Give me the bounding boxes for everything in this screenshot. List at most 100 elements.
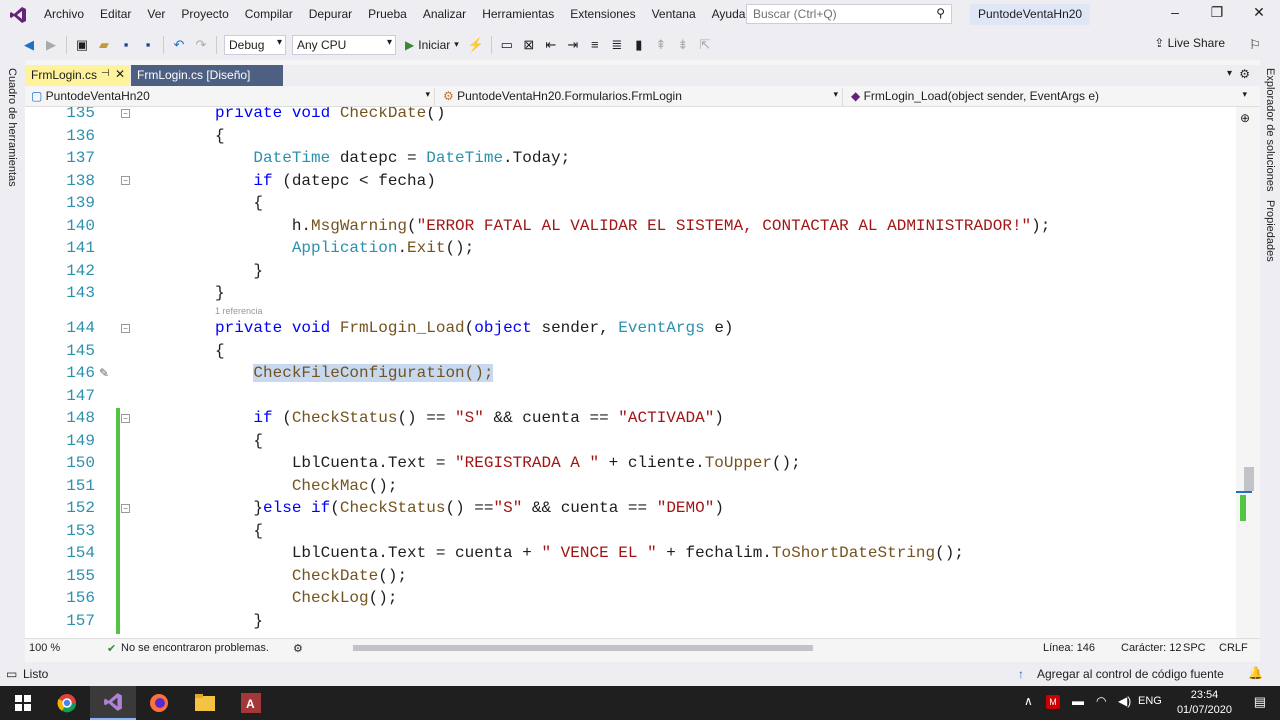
tab-frmlogin-cs[interactable]: FrmLogin.cs ⊣ ✕	[25, 65, 129, 86]
quick-action-brush-icon[interactable]: ✎	[99, 362, 109, 385]
codelens-references[interactable]: 1 referencia	[215, 306, 263, 316]
code-line[interactable]: 142 }	[25, 260, 1236, 283]
tray-app-icon[interactable]: ▬	[1072, 694, 1084, 708]
vertical-scrollbar[interactable]: ⊕	[1236, 107, 1260, 638]
zoom-select[interactable]: 100 %	[29, 642, 60, 654]
scroll-thumb[interactable]	[1244, 467, 1254, 491]
collapse-icon[interactable]: −	[121, 414, 130, 423]
source-control-button[interactable]: Agregar al control de código fuente	[1037, 667, 1224, 681]
code-line[interactable]: 155 CheckDate();	[25, 565, 1236, 588]
code-line[interactable]: 145 {	[25, 340, 1236, 363]
project-nav-select[interactable]: ▢ PuntodeVentaHn20 ▾	[27, 88, 435, 106]
code-line[interactable]: 143}	[25, 282, 1236, 305]
code-line[interactable]: 153 {	[25, 520, 1236, 543]
member-nav-select[interactable]: ◆ FrmLogin_Load(object sender, EventArgs…	[847, 88, 1251, 106]
menu-archivo[interactable]: Archivo	[36, 0, 92, 29]
back-icon[interactable]: ◀	[18, 34, 40, 56]
bookmark-next-icon[interactable]: ⇟	[672, 34, 694, 56]
menu-proyecto[interactable]: Proyecto	[173, 0, 236, 29]
feedback-icon[interactable]: ⚐	[1244, 34, 1266, 56]
code-line[interactable]: 149 {	[25, 430, 1236, 453]
collapse-icon[interactable]: −	[121, 109, 130, 118]
collapse-icon[interactable]: −	[121, 504, 130, 513]
tab-dropdown-icon[interactable]: ▾	[1227, 68, 1232, 79]
language-indicator[interactable]: ENG	[1138, 695, 1162, 707]
windows-start-icon[interactable]	[0, 686, 46, 720]
bookmark-clear-icon[interactable]: ⇱	[694, 34, 716, 56]
clock[interactable]: 23:54 01/07/2020	[1177, 688, 1232, 718]
code-line[interactable]: 156 CheckLog();	[25, 587, 1236, 610]
start-button[interactable]: ▶ Iniciar ▾	[399, 38, 465, 52]
cleanup-icon[interactable]: ⚙	[293, 642, 303, 655]
code-line[interactable]: 139 {	[25, 192, 1236, 215]
new-project-icon[interactable]: ▣	[71, 34, 93, 56]
platform-select[interactable]: Any CPU	[292, 34, 396, 55]
code-line[interactable]: 136 {	[25, 125, 1236, 148]
tab-frmlogin-design[interactable]: FrmLogin.cs [Diseño]	[131, 65, 283, 86]
code-line[interactable]: 148 if (CheckStatus() == "S" && cuenta =…	[25, 407, 1236, 430]
access-icon[interactable]: A	[228, 686, 274, 720]
firefox-icon[interactable]	[136, 686, 182, 720]
close-tab-icon[interactable]: ✕	[115, 67, 125, 81]
close-button[interactable]: ✕	[1246, 4, 1272, 24]
code-line[interactable]: 147	[25, 385, 1236, 408]
config-select[interactable]: Debug	[224, 34, 286, 55]
menu-prueba[interactable]: Prueba	[360, 0, 415, 29]
class-nav-select[interactable]: ⚙ PuntodeVentaHn20.Formularios.FrmLogin …	[439, 88, 843, 106]
bookmark-prev-icon[interactable]: ⇞	[650, 34, 672, 56]
collapse-icon[interactable]: −	[121, 324, 130, 333]
problems-status[interactable]: No se encontraron problemas.	[121, 642, 269, 654]
volume-icon[interactable]: ◀)	[1118, 694, 1131, 708]
split-icon[interactable]: ⊕	[1240, 111, 1250, 125]
visual-studio-icon[interactable]	[90, 686, 136, 720]
step-icon[interactable]: ⊠	[518, 34, 540, 56]
redo-icon[interactable]: ↷	[190, 34, 212, 56]
notifications-icon[interactable]: 🔔	[1248, 666, 1263, 680]
code-line[interactable]: 150 LblCuenta.Text = "REGISTRADA A " + c…	[25, 452, 1236, 475]
code-line[interactable]: 146 ✎ CheckFileConfiguration();	[25, 362, 1236, 385]
save-icon[interactable]: ▪	[115, 34, 137, 56]
code-line[interactable]: 151 CheckMac();	[25, 475, 1236, 498]
code-line[interactable]: 140 h.MsgWarning("ERROR FATAL AL VALIDAR…	[25, 215, 1236, 238]
mcafee-icon[interactable]: M	[1046, 695, 1060, 709]
code-line[interactable]: 157 }	[25, 610, 1236, 633]
minimize-button[interactable]: –	[1162, 4, 1188, 24]
code-line[interactable]: 154 LblCuenta.Text = cuenta + " VENCE EL…	[25, 542, 1236, 565]
code-line[interactable]: 152 }else if(CheckStatus() =="S" && cuen…	[25, 497, 1236, 520]
screenshot-icon[interactable]: ▭	[496, 34, 518, 56]
code-line[interactable]: 138 if (datepc < fecha)	[25, 170, 1236, 193]
visual-studio-logo-icon[interactable]	[0, 0, 36, 29]
save-all-icon[interactable]: ▪	[137, 34, 159, 56]
wifi-icon[interactable]: ◠	[1096, 694, 1106, 708]
code-line[interactable]: 144 private void FrmLogin_Load(object sen…	[25, 317, 1236, 340]
file-explorer-icon[interactable]	[182, 686, 228, 720]
code-line[interactable]: 135 private void CheckDate()	[25, 107, 1236, 125]
menu-analizar[interactable]: Analizar	[415, 0, 474, 29]
comment-icon[interactable]: ≡	[584, 34, 606, 56]
menu-compilar[interactable]: Compilar	[237, 0, 301, 29]
properties-tab[interactable]: Propiedades	[1264, 200, 1276, 262]
live-share-button[interactable]: ⇪ Live Share	[1154, 36, 1225, 50]
menu-depurar[interactable]: Depurar	[301, 0, 360, 29]
horizontal-scroll-thumb[interactable]	[353, 645, 813, 651]
outdent-icon[interactable]: ⇥	[562, 34, 584, 56]
menu-editar[interactable]: Editar	[92, 0, 139, 29]
tray-chevron-icon[interactable]: ∧	[1024, 694, 1033, 708]
indent-icon[interactable]: ⇤	[540, 34, 562, 56]
code-editor[interactable]: 135 private void CheckDate() − 136 { 137 D…	[25, 107, 1236, 638]
diagnostic-icon[interactable]: ⚡	[465, 34, 487, 56]
maximize-button[interactable]: ❐	[1204, 4, 1230, 24]
code-line[interactable]: 137 DateTime datepc = DateTime.Today;	[25, 147, 1236, 170]
search-input[interactable]: Buscar (Ctrl+Q) ⚲	[746, 4, 952, 24]
menu-ventana[interactable]: Ventana	[644, 0, 704, 29]
menu-herramientas[interactable]: Herramientas	[474, 0, 562, 29]
toolbox-tab[interactable]: Cuadro de herramientas	[6, 68, 18, 187]
collapse-icon[interactable]: −	[121, 176, 130, 185]
chrome-icon[interactable]	[44, 686, 90, 720]
bookmark-icon[interactable]: ▮	[628, 34, 650, 56]
code-line[interactable]: 141 Application.Exit();	[25, 237, 1236, 260]
pin-icon[interactable]: ⊣	[101, 68, 110, 79]
menu-ver[interactable]: Ver	[139, 0, 173, 29]
action-center-icon[interactable]: ▤	[1254, 694, 1266, 710]
forward-icon[interactable]: ▶	[40, 34, 62, 56]
